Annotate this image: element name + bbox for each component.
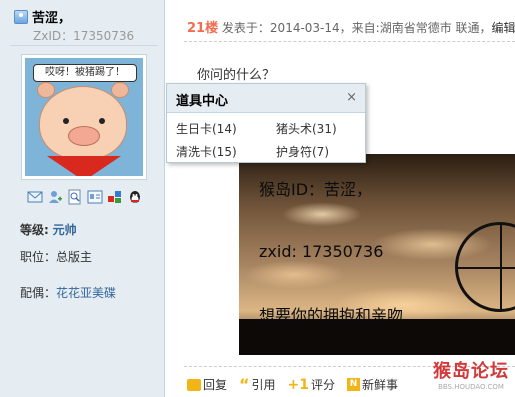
image-text-message: 想要你的拥抱和亲吻. (259, 306, 409, 325)
watermark-sub: BBS.HOUDAO.COM (438, 383, 504, 391)
user-zxid: ZxID：17350736 (33, 29, 135, 43)
spouse-value[interactable]: 花花亚美碟 (56, 286, 116, 300)
post-text: 你问的什么？ (197, 68, 276, 83)
popup-item-birthday-card[interactable]: 生日卡(14) (176, 120, 276, 137)
role-row: 职位：总版主 (20, 248, 92, 265)
rate-label: 评分 (311, 378, 336, 392)
pig-scarf (47, 156, 121, 176)
reply-button[interactable]: 回复 (187, 376, 227, 393)
message-icon[interactable] (27, 189, 43, 205)
avatar[interactable]: 哎呀！被猪踢了！ (21, 54, 147, 180)
level-label: 等级: (20, 223, 49, 237)
edit-link[interactable]: 编辑 (492, 21, 515, 35)
user-sidebar: 苦涩， ZxID：17350736 哎呀！被猪踢了！ 等级: 元帅 职位：总版主… (0, 0, 165, 397)
add-friend-icon[interactable] (47, 189, 63, 205)
spouse-label: 配偶： (20, 286, 57, 300)
post-meta: 发表于：2014-03-14，来自:湖南省常德市 联通， (221, 21, 492, 35)
avatar-image: 哎呀！被猪踢了！ (25, 58, 143, 176)
avatar-caption: 哎呀！被猪踢了！ (33, 64, 137, 82)
level-value[interactable]: 元帅 (53, 223, 77, 237)
news-icon: N (347, 378, 361, 391)
close-icon[interactable]: × (346, 90, 357, 105)
news-label: 新鲜事 (362, 378, 399, 392)
popup-item-amulet[interactable]: 护身符(7) (276, 143, 366, 160)
profile-icon-row (27, 189, 143, 205)
pig-head (39, 86, 127, 160)
post-actions: 回复 “ 引用 +1 评分 N 新鲜事 (187, 376, 398, 393)
quote-button[interactable]: “ 引用 (239, 376, 276, 393)
qq-icon[interactable] (127, 189, 143, 205)
news-button[interactable]: N 新鲜事 (347, 376, 398, 393)
image-text-id: 猴岛ID：苦涩， (259, 180, 373, 199)
popup-title: 道具中心 (176, 94, 229, 109)
pig-snout (68, 126, 100, 146)
medal-icon[interactable] (107, 189, 123, 205)
rate-button[interactable]: +1 评分 (288, 376, 336, 393)
floor-number[interactable]: 21楼 (187, 21, 218, 36)
post-image[interactable]: 猴岛ID：苦涩， zxid: 17350736 想要你的拥抱和亲吻. (239, 154, 515, 355)
username-row[interactable]: 苦涩， (14, 7, 71, 26)
header-divider (184, 41, 515, 42)
role-label: 职位： (20, 250, 57, 264)
pig-eye-left (63, 118, 69, 124)
role-value: 总版主 (56, 250, 93, 264)
spouse-row: 配偶：花花亚美碟 (20, 284, 116, 301)
profile-card-icon[interactable] (87, 189, 103, 205)
watermark-main: 猴岛论坛 (433, 361, 509, 382)
quote-label: 引用 (251, 378, 276, 392)
popup-item-pig-head[interactable]: 猪头术(31) (276, 120, 366, 137)
site-watermark: 猴岛论坛 BBS.HOUDAO.COM (433, 357, 509, 391)
username[interactable]: 苦涩， (32, 7, 71, 26)
reply-icon (187, 378, 201, 391)
pig-eye-right (99, 118, 105, 124)
image-text-zxid: zxid: 17350736 (259, 242, 384, 261)
quote-icon: “ (239, 374, 250, 394)
reply-label: 回复 (203, 378, 228, 392)
ferris-wheel (455, 222, 515, 312)
search-icon[interactable] (67, 189, 83, 205)
post-header: 21楼 发表于：2014-03-14，来自:湖南省常德市 联通，编辑 (187, 17, 515, 36)
post-main: 21楼 发表于：2014-03-14，来自:湖南省常德市 联通，编辑 你问的什么… (166, 0, 515, 397)
popup-items: 生日卡(14) 猪头术(31) 清洗卡(15) 护身符(7) (176, 120, 366, 160)
popup-item-wash-card[interactable]: 清洗卡(15) (176, 143, 276, 160)
user-icon (14, 9, 28, 24)
level-row: 等级: 元帅 (20, 221, 77, 238)
sidebar-divider (10, 45, 158, 46)
popup-header: 道具中心 × (167, 84, 365, 113)
props-popup: 道具中心 × 生日卡(14) 猪头术(31) 清洗卡(15) 护身符(7) (166, 83, 366, 163)
rate-icon: +1 (287, 376, 310, 393)
